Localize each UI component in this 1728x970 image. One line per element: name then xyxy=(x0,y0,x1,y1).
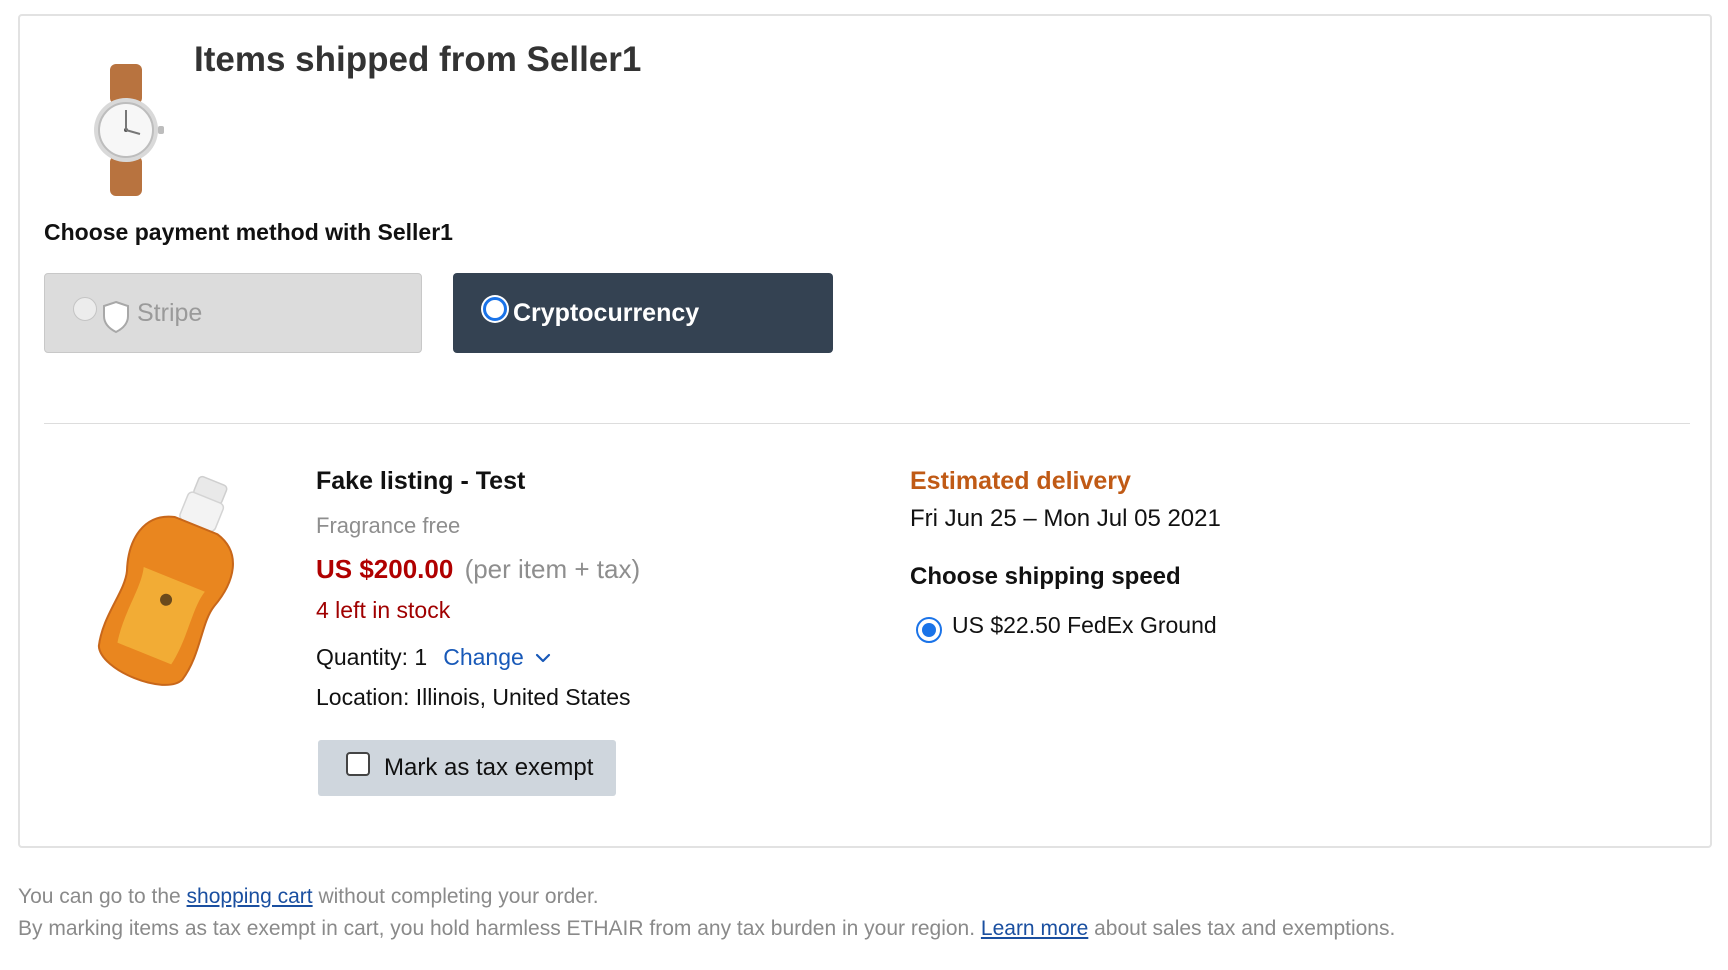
learn-more-link[interactable]: Learn more xyxy=(981,917,1088,940)
payment-method-title: Choose payment method with Seller1 xyxy=(44,219,453,245)
footer-line1-prefix: You can go to the xyxy=(18,885,187,908)
change-label: Change xyxy=(443,644,524,670)
quantity-label: Quantity: 1 xyxy=(316,644,428,670)
chevron-down-icon xyxy=(535,653,550,662)
price-note: (per item + tax) xyxy=(464,554,641,584)
tax-exempt-label: Mark as tax exempt xyxy=(384,754,594,781)
item-price: US $200.00 xyxy=(316,554,454,584)
footer-cart-note: You can go to the shopping cart without … xyxy=(18,885,599,909)
shipping-radio[interactable] xyxy=(916,616,942,643)
cryptocurrency-radio[interactable] xyxy=(483,297,507,321)
shipping-option-fedex-ground[interactable]: US $22.50 FedEx Ground xyxy=(916,612,1217,643)
section-divider xyxy=(44,423,1690,424)
quantity-row: Quantity: 1 Change xyxy=(316,644,552,671)
item-variant: Fragrance free xyxy=(316,513,461,538)
payment-option-cryptocurrency[interactable]: Cryptocurrency xyxy=(453,273,833,353)
footer-tax-note: By marking items as tax exempt in cart, … xyxy=(18,917,1395,941)
cryptocurrency-label: Cryptocurrency xyxy=(513,298,700,327)
product-bottle-image xyxy=(97,475,234,686)
seller-title: Items shipped from Seller1 xyxy=(194,40,642,79)
shopping-cart-link[interactable]: shopping cart xyxy=(187,885,313,908)
price-line: US $200.00 (per item + tax) xyxy=(316,554,640,585)
footer-line2-prefix: By marking items as tax exempt in cart, … xyxy=(18,917,981,940)
tax-exempt-toggle[interactable]: Mark as tax exempt xyxy=(318,740,616,796)
item-location: Location: Illinois, United States xyxy=(316,684,631,710)
change-quantity-link[interactable]: Change xyxy=(443,644,552,671)
watch-image xyxy=(94,64,164,196)
shield-icon xyxy=(103,300,129,334)
shipping-option-label: US $22.50 FedEx Ground xyxy=(952,612,1217,638)
stripe-radio xyxy=(73,297,97,321)
footer-line1-suffix: without completing your order. xyxy=(312,885,599,908)
item-title: Fake listing - Test xyxy=(316,467,526,495)
shipping-speed-title: Choose shipping speed xyxy=(910,563,1181,590)
seller-order-card: Items shipped from Seller1 Choose paymen… xyxy=(18,14,1712,848)
estimated-delivery-title: Estimated delivery xyxy=(910,467,1131,495)
stripe-label: Stripe xyxy=(137,298,203,327)
stock-status: 4 left in stock xyxy=(316,597,451,623)
payment-option-stripe: Stripe xyxy=(44,273,422,353)
footer-line2-suffix: about sales tax and exemptions. xyxy=(1088,917,1396,940)
delivery-dates: Fri Jun 25 – Mon Jul 05 2021 xyxy=(910,505,1221,532)
tax-exempt-checkbox[interactable] xyxy=(346,752,370,776)
